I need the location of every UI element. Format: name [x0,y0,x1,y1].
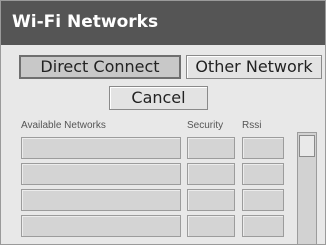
security-cell[interactable] [187,189,235,211]
direct-connect-button[interactable]: Direct Connect [19,55,181,79]
network-name-cell[interactable] [21,189,181,211]
column-header-rssi: Rssi [242,120,262,131]
wifi-networks-window: Wi-Fi Networks Direct Connect Other Netw… [0,0,326,245]
title-bar: Wi-Fi Networks [1,1,325,45]
security-cell[interactable] [187,215,235,237]
network-name-cell[interactable] [21,163,181,185]
window-title: Wi-Fi Networks [12,12,159,32]
network-name-cell[interactable] [21,137,181,159]
rssi-cell[interactable] [242,189,284,211]
rssi-cell[interactable] [242,215,284,237]
cancel-button[interactable]: Cancel [109,86,208,110]
scrollbar-thumb[interactable] [299,135,315,157]
column-header-available-networks: Available Networks [21,120,106,131]
rssi-cell[interactable] [242,137,284,159]
security-cell[interactable] [187,163,235,185]
security-cell[interactable] [187,137,235,159]
column-header-security: Security [187,120,224,131]
network-list-scrollbar[interactable] [297,132,317,244]
network-name-cell[interactable] [21,215,181,237]
rssi-cell[interactable] [242,163,284,185]
other-network-button[interactable]: Other Network [186,55,322,79]
